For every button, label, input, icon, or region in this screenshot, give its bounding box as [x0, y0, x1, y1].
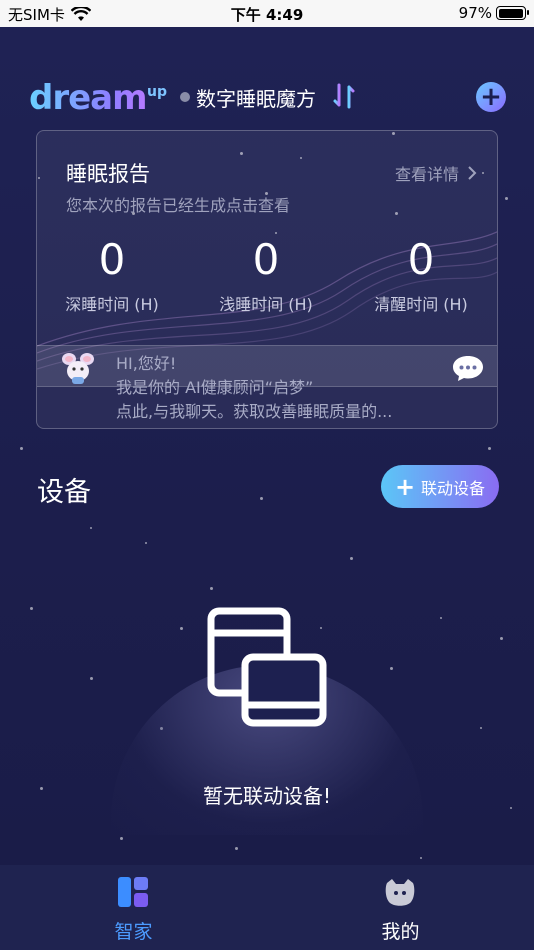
star-decoration	[20, 447, 23, 450]
battery-percent: 97%	[458, 4, 492, 22]
star-decoration	[235, 847, 238, 850]
bottom-tab-bar: 智家 我的	[0, 865, 534, 950]
status-bar: 无SIM卡 下午 4:49 97%	[0, 0, 534, 27]
tab-profile[interactable]: 我的	[267, 865, 534, 950]
empty-devices-message: 暂无联动设备!	[202, 784, 332, 808]
awake-label: 清醒时间 (H)	[374, 295, 468, 314]
plus-icon: +	[394, 472, 416, 501]
ai-greeting-line1: HI,您好!	[116, 354, 177, 373]
awake-value: 0	[407, 235, 435, 284]
report-subtitle: 您本次的报告已经生成点击查看	[66, 196, 291, 215]
star-decoration	[120, 837, 123, 840]
awake-stat: 0 清醒时间 (H)	[346, 235, 496, 315]
view-details-link[interactable]: 查看详情	[395, 161, 477, 185]
star-decoration	[420, 857, 422, 859]
deep-sleep-stat: 0 深睡时间 (H)	[37, 235, 187, 315]
light-sleep-stat: 0 浅睡时间 (H)	[191, 235, 341, 315]
battery-icon	[496, 6, 529, 20]
star-decoration	[488, 447, 491, 450]
ai-greeting[interactable]: HI,您好! 我是你的 AI健康顾问“启梦” 点此,与我聊天。获取改善睡眠质量的…	[116, 352, 392, 424]
ai-greeting-line3: 点此,与我聊天。获取改善睡眠质量的...	[116, 402, 393, 421]
device-status-dot	[180, 92, 190, 102]
app-logo: dream	[29, 78, 148, 118]
star-decoration	[90, 677, 93, 680]
tab-smart-home[interactable]: 智家	[0, 865, 267, 950]
deep-sleep-value: 0	[98, 235, 126, 284]
chat-bubble-icon[interactable]	[451, 353, 485, 383]
linked-devices-icon	[207, 607, 327, 727]
light-sleep-label: 浅睡时间 (H)	[219, 295, 313, 314]
star-decoration	[210, 587, 213, 590]
switch-device-icon[interactable]	[332, 83, 356, 109]
light-sleep-value: 0	[252, 235, 280, 284]
star-decoration	[500, 637, 503, 640]
star-decoration	[440, 617, 442, 619]
link-device-button[interactable]: + 联动设备	[381, 465, 499, 508]
star-decoration	[260, 497, 263, 500]
profile-mascot-icon	[385, 879, 415, 906]
ai-greeting-line2: 我是你的 AI健康顾问“启梦”	[116, 378, 314, 397]
star-decoration	[350, 557, 353, 560]
app-logo-sup: up	[147, 84, 167, 100]
ai-mascot-icon	[62, 353, 94, 384]
devices-section-title: 设备	[37, 477, 91, 508]
status-time: 下午 4:49	[230, 6, 304, 24]
tab-smart-home-label: 智家	[114, 921, 153, 943]
device-name[interactable]: 数字睡眠魔方	[196, 83, 316, 112]
report-title: 睡眠报告	[66, 162, 150, 186]
star-decoration	[145, 542, 147, 544]
star-decoration	[390, 667, 393, 670]
star-decoration	[30, 607, 33, 610]
view-details-label: 查看详情	[394, 165, 459, 184]
sleep-report-card[interactable]: 睡眠报告 查看详情 您本次的报告已经生成点击查看 0 深睡时间 (H) 0 浅睡…	[36, 130, 498, 429]
star-decoration	[480, 727, 482, 729]
dashboard-icon	[118, 877, 148, 907]
star-decoration	[90, 527, 92, 529]
add-icon[interactable]: +	[476, 82, 506, 112]
tab-profile-label: 我的	[381, 921, 420, 943]
star-decoration	[505, 197, 508, 200]
star-decoration	[180, 627, 183, 630]
link-device-label: 联动设备	[421, 478, 486, 498]
chevron-right-icon	[468, 166, 477, 180]
deep-sleep-label: 深睡时间 (H)	[65, 295, 159, 314]
